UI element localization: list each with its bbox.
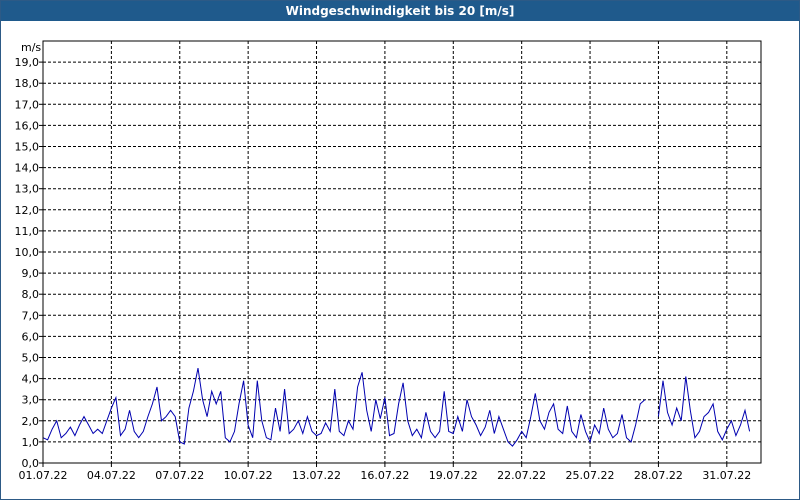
x-tick-label: 16.07.22	[360, 469, 409, 482]
series-line-segment	[42, 368, 646, 447]
y-axis-unit: m/s	[21, 41, 41, 54]
y-tick-label: 12,0	[15, 204, 40, 217]
series-line-segment	[657, 376, 751, 441]
x-tick-label: 10.07.22	[224, 469, 273, 482]
x-tick-label: 19.07.22	[429, 469, 478, 482]
x-tick-label: 04.07.22	[87, 469, 136, 482]
y-tick-label: 7,0	[22, 309, 40, 322]
series-wind-speed	[42, 368, 751, 447]
y-tick-label: 19,0	[15, 56, 40, 69]
y-tick-label: 3,0	[22, 394, 40, 407]
y-tick-label: 6,0	[22, 330, 40, 343]
y-tick-label: 15,0	[15, 141, 40, 154]
x-tick-label: 01.07.22	[19, 469, 68, 482]
x-tick-label: 31.07.22	[702, 469, 751, 482]
y-tick-label: 8,0	[22, 288, 40, 301]
chart-title: Windgeschwindigkeit bis 20 [m/s]	[1, 1, 799, 21]
y-axis: 0,01,02,03,04,05,06,07,08,09,010,011,012…	[15, 56, 43, 470]
y-tick-label: 18,0	[15, 77, 40, 90]
y-tick-label: 13,0	[15, 183, 40, 196]
y-tick-label: 9,0	[22, 267, 40, 280]
y-tick-label: 2,0	[22, 415, 40, 428]
x-tick-label: 25.07.22	[566, 469, 615, 482]
y-tick-label: 10,0	[15, 246, 40, 259]
x-tick-label: 28.07.22	[634, 469, 683, 482]
y-tick-label: 17,0	[15, 98, 40, 111]
y-tick-label: 4,0	[22, 373, 40, 386]
x-tick-label: 22.07.22	[497, 469, 546, 482]
y-tick-label: 5,0	[22, 352, 40, 365]
y-tick-label: 11,0	[15, 225, 40, 238]
x-tick-label: 13.07.22	[292, 469, 341, 482]
chart-window: Windgeschwindigkeit bis 20 [m/s] 0,0 1,0 2…	[0, 0, 800, 500]
y-tick-label: 16,0	[15, 119, 40, 132]
y-tick-label: 14,0	[15, 162, 40, 175]
grid	[43, 41, 761, 463]
x-tick-label: 07.07.22	[155, 469, 204, 482]
y-tick-label: 1,0	[22, 436, 40, 449]
chart-plot: 0,01,02,03,04,05,06,07,08,09,010,011,012…	[15, 40, 762, 482]
x-axis: 01.07.22 04.07.22 07.07.22 10.07.22 13.07.22…	[19, 463, 751, 482]
